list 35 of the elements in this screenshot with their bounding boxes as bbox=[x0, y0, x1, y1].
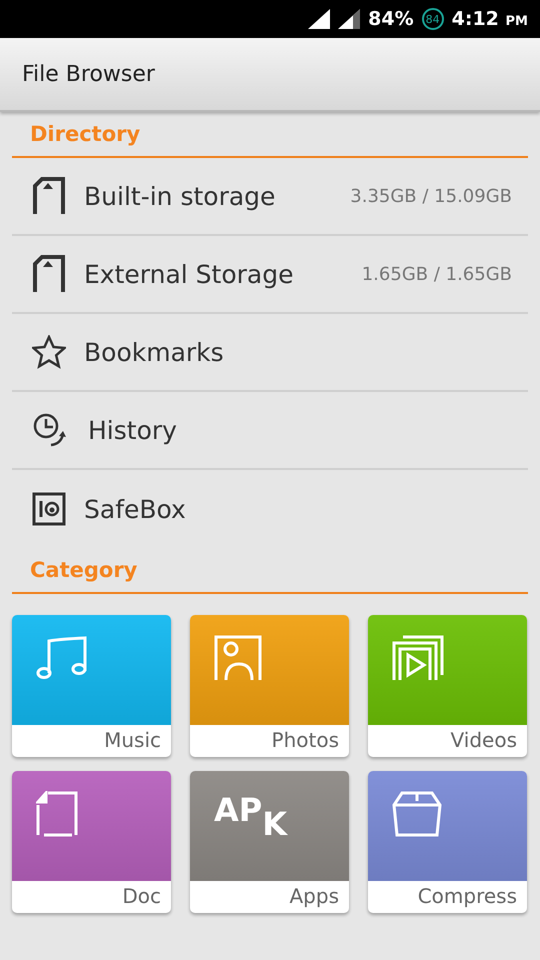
box-icon bbox=[392, 791, 442, 837]
clock-time: 4:12 PM bbox=[452, 8, 528, 30]
signal-icon bbox=[338, 9, 360, 29]
signal-icon bbox=[308, 9, 330, 29]
directory-item[interactable]: SafeBox bbox=[12, 470, 528, 548]
tile-label: Music bbox=[104, 727, 162, 752]
tile-label: Photos bbox=[272, 727, 340, 752]
sd-card-icon bbox=[32, 255, 66, 293]
category-tile[interactable]: Music bbox=[12, 615, 171, 757]
tile-label: Doc bbox=[122, 883, 162, 908]
tile-label: Videos bbox=[450, 727, 518, 752]
directory-item[interactable]: External Storage 1.65GB / 1.65GB bbox=[12, 236, 528, 314]
sd-card-icon bbox=[32, 177, 66, 215]
document-icon bbox=[36, 791, 80, 837]
category-tile[interactable]: Doc bbox=[12, 771, 171, 913]
section-heading: Directory bbox=[30, 122, 140, 146]
battery-percent: 84% bbox=[368, 8, 414, 30]
directory-item[interactable]: Bookmarks bbox=[12, 314, 528, 392]
battery-badge: 84 bbox=[422, 8, 444, 30]
directory-item[interactable]: History bbox=[12, 392, 528, 470]
tile-label: Compress bbox=[418, 883, 518, 908]
directory-item[interactable]: Built-in storage 3.35GB / 15.09GB bbox=[12, 158, 528, 236]
tile-label: Apps bbox=[290, 883, 340, 908]
category-tile[interactable]: Compress bbox=[368, 771, 527, 913]
section-heading: Category bbox=[30, 558, 138, 582]
storage-usage: 3.35GB / 15.09GB bbox=[350, 186, 512, 206]
star-icon bbox=[32, 335, 66, 369]
category-tile[interactable]: Videos bbox=[368, 615, 527, 757]
portrait-icon bbox=[214, 635, 262, 681]
storage-usage: 1.65GB / 1.65GB bbox=[362, 264, 512, 284]
music-note-icon bbox=[36, 635, 88, 681]
category-tile[interactable]: Photos bbox=[190, 615, 349, 757]
safe-icon bbox=[32, 492, 66, 526]
video-stack-icon bbox=[392, 635, 444, 681]
app-title: File Browser bbox=[22, 62, 155, 86]
